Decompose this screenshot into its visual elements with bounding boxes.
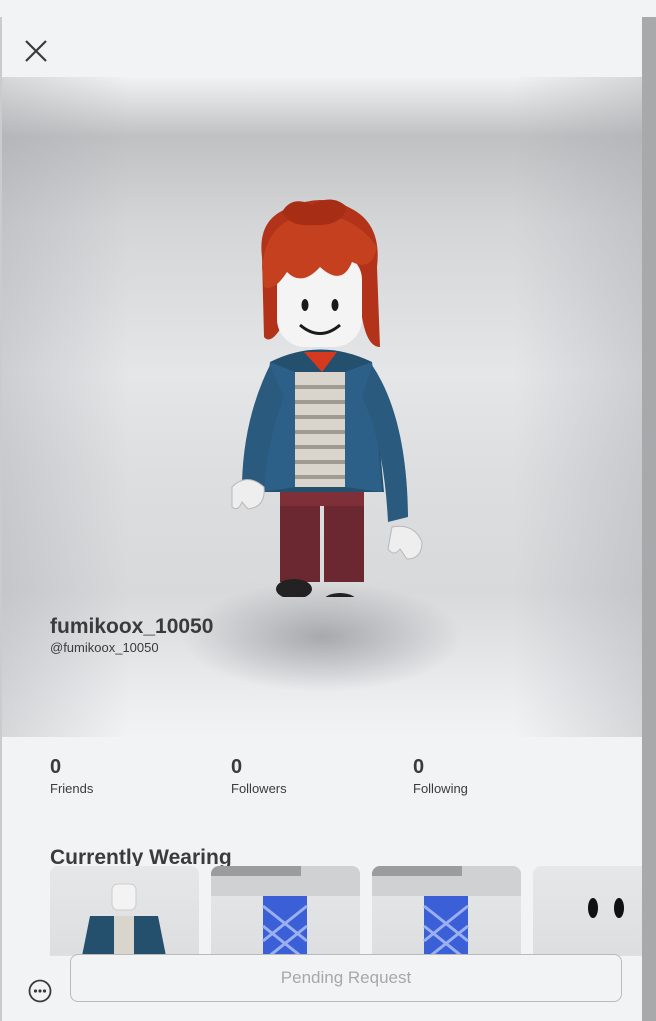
following-stat[interactable]: 0 Following bbox=[413, 755, 563, 796]
pants-thumbnail bbox=[211, 866, 360, 956]
pants-thumbnail bbox=[372, 866, 521, 956]
followers-stat[interactable]: 0 Followers bbox=[231, 755, 381, 796]
display-name: fumikoox_10050 bbox=[50, 615, 214, 638]
followers-count: 0 bbox=[231, 756, 243, 778]
avatar-figure[interactable] bbox=[202, 197, 442, 597]
username: @fumikoox_10050 bbox=[50, 640, 159, 655]
currently-wearing-list bbox=[50, 866, 642, 956]
wearing-item-pants-2[interactable] bbox=[372, 866, 521, 956]
friends-stat[interactable]: 0 Friends bbox=[50, 755, 200, 796]
friends-count: 0 bbox=[50, 756, 62, 778]
close-icon bbox=[25, 40, 47, 62]
following-count: 0 bbox=[413, 756, 425, 778]
following-label: Following bbox=[413, 781, 468, 796]
wearing-item-face[interactable] bbox=[533, 866, 642, 956]
more-options-icon bbox=[28, 979, 52, 1003]
window-top-strip bbox=[0, 0, 656, 17]
more-options-button[interactable] bbox=[26, 977, 54, 1005]
wearing-item-pants-1[interactable] bbox=[211, 866, 360, 956]
friends-label: Friends bbox=[50, 781, 94, 796]
scrollbar[interactable] bbox=[642, 17, 656, 1021]
face-thumbnail bbox=[588, 898, 624, 918]
pending-request-button[interactable]: Pending Request bbox=[70, 954, 622, 1002]
jacket-thumbnail bbox=[82, 883, 166, 956]
close-button[interactable] bbox=[22, 37, 52, 67]
wearing-item-jacket[interactable] bbox=[50, 866, 199, 956]
followers-label: Followers bbox=[231, 781, 287, 796]
profile-panel: fumikoox_10050 @fumikoox_10050 0 Friends… bbox=[2, 17, 642, 1021]
